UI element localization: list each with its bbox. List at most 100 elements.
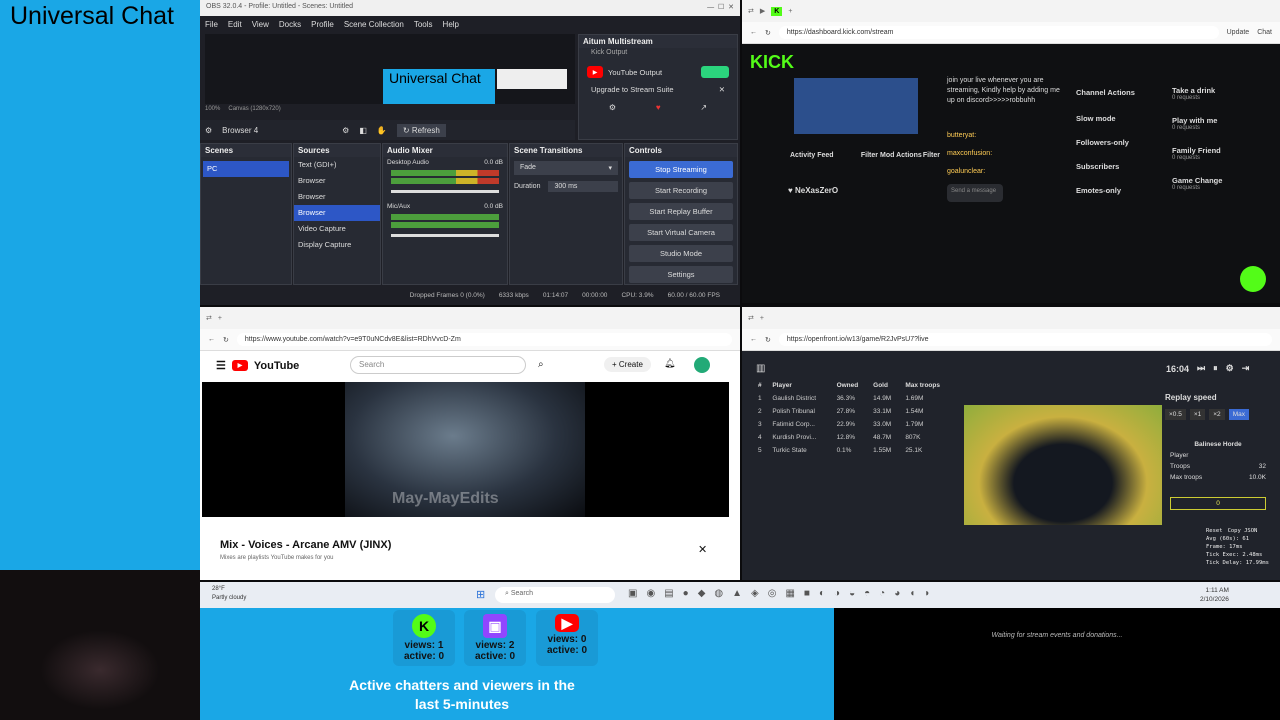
bell-icon[interactable]: 🔔︎ [664, 358, 675, 369]
new-tab-icon[interactable]: + [788, 8, 792, 15]
avatar[interactable] [694, 357, 710, 373]
app-icon[interactable]: ◓ [864, 588, 870, 599]
zoom-level[interactable]: 100% [205, 106, 220, 112]
app-icon[interactable]: ◐ [819, 588, 825, 599]
app-icon[interactable]: ◗ [924, 588, 930, 599]
game-map[interactable] [964, 405, 1162, 525]
tab-icon[interactable]: ⇄ [206, 314, 212, 322]
app-icon[interactable]: ◎ [768, 588, 777, 599]
back-icon[interactable]: ← [750, 29, 757, 36]
source-item[interactable]: Text (GDI+) [294, 157, 380, 173]
stop-streaming-button[interactable]: Stop Streaming [629, 161, 733, 178]
back-icon[interactable]: ← [750, 336, 757, 343]
youtube-output-toggle[interactable] [701, 66, 729, 78]
reset-button[interactable]: Reset [1206, 527, 1223, 535]
url-input[interactable]: https://openfront.io/w13/game/R2JvPsU7?l… [778, 333, 1272, 346]
youtube-logo[interactable]: YouTube [254, 360, 299, 372]
new-tab-icon[interactable]: + [760, 315, 764, 322]
menu-edit[interactable]: Edit [228, 20, 242, 30]
table-row[interactable]: 4 Kurdish Provi... 12.8% 48.7M 807K [754, 431, 954, 444]
reload-icon[interactable]: ↻ [765, 29, 771, 37]
app-icon[interactable]: ◑ [834, 588, 840, 599]
send-message-input[interactable]: Send a message [947, 184, 1003, 202]
chat-button[interactable]: Chat [1257, 29, 1272, 36]
table-row[interactable]: 3 Fatimid Corp... 22.9% 33.0M 1.79M [754, 418, 954, 431]
new-tab-icon[interactable]: + [218, 315, 222, 322]
menu-docks[interactable]: Docks [279, 20, 301, 30]
menu-view[interactable]: View [252, 20, 269, 30]
speed-button[interactable]: Max [1228, 409, 1249, 420]
menu-scene-collection[interactable]: Scene Collection [344, 20, 404, 30]
chat-user[interactable]: goalunclear: [947, 163, 992, 181]
upgrade-link[interactable]: Upgrade to Stream Suite [591, 85, 674, 94]
stream-preview[interactable] [794, 78, 918, 134]
emotes-only-option[interactable]: Emotes-only [1076, 179, 1166, 203]
exit-icon[interactable]: ⇥ [1242, 363, 1250, 374]
start-virtual-camera-button[interactable]: Start Virtual Camera [629, 224, 733, 241]
app-icon[interactable]: ▦ [785, 588, 794, 599]
transition-select[interactable]: Fade ▾ [514, 161, 618, 175]
menu-icon[interactable]: ☰ [216, 359, 226, 372]
close-icon[interactable]: ✕ [698, 543, 707, 556]
app-icon[interactable]: ▤ [664, 588, 673, 599]
menu-tools[interactable]: Tools [414, 20, 433, 30]
heart-icon[interactable]: ♥ [656, 103, 661, 112]
windows-start-icon[interactable]: ⊞ [476, 588, 485, 601]
app-icon[interactable]: ▲ [732, 588, 742, 599]
refresh-button[interactable]: ↻ Refresh [396, 123, 446, 137]
menu-file[interactable]: File [205, 20, 218, 30]
table-row[interactable]: 2 Polish Tribunal 27.8% 33.1M 1.54M [754, 405, 954, 418]
video-player[interactable]: May-MayEdits [202, 382, 729, 517]
stats-icon[interactable]: ▥ [756, 363, 765, 374]
speed-button[interactable]: ×0.5 [1165, 409, 1186, 420]
support-icon[interactable] [1240, 266, 1266, 292]
video-title[interactable]: Mix - Voices - Arcane AMV (JINX) [220, 539, 391, 551]
url-input[interactable]: https://www.youtube.com/watch?v=e9T0uNCd… [236, 333, 732, 346]
table-row[interactable]: 5 Turkic State 0.1% 1.55M 25.1K [754, 444, 954, 457]
reward-item[interactable]: Game Change 0 requests [1172, 176, 1252, 206]
speed-button[interactable]: ×2 [1209, 409, 1225, 420]
app-icon[interactable]: ◖ [909, 588, 915, 599]
window-controls[interactable]: — ☐ ✕ [707, 3, 734, 13]
settings-button[interactable]: Settings [629, 266, 733, 283]
reload-icon[interactable]: ↻ [223, 336, 229, 344]
studio-mode-button[interactable]: Studio Mode [629, 245, 733, 262]
app-icon[interactable]: ◈ [751, 588, 759, 599]
create-button[interactable]: + Create [604, 357, 651, 372]
volume-slider[interactable] [391, 190, 499, 193]
speed-button[interactable]: ×1 [1189, 409, 1206, 420]
tab-icon[interactable]: ⇄ [748, 314, 754, 322]
gear-icon[interactable]: ⚙ [205, 126, 212, 135]
volume-slider[interactable] [391, 234, 499, 237]
obs-preview[interactable]: Universal Chat [205, 34, 575, 104]
clock[interactable]: 1:11 AM 2/10/2026 [1200, 586, 1229, 604]
reward-item[interactable]: Play with me 0 requests [1172, 116, 1252, 146]
kick-tab[interactable]: K [771, 6, 783, 16]
gear-icon[interactable]: ⚙ [1226, 363, 1234, 374]
back-icon[interactable]: ← [208, 336, 215, 343]
search-icon[interactable]: ⌕ [538, 359, 544, 370]
app-icon[interactable]: ◆ [698, 588, 706, 599]
chat-user[interactable]: maxconfusion: [947, 145, 992, 163]
app-icon[interactable]: ◍ [714, 588, 723, 599]
update-button[interactable]: Update [1227, 29, 1250, 36]
app-icon[interactable]: ▣ [628, 588, 637, 599]
filter-button[interactable]: Filter [861, 152, 878, 159]
tab-icon[interactable]: ⇄ [748, 7, 754, 15]
url-input[interactable]: https://dashboard.kick.com/stream [778, 26, 1219, 39]
pause-icon[interactable]: ⏸ [1213, 363, 1218, 374]
weather-widget[interactable]: 28°F Partly cloudy [212, 585, 246, 603]
source-item[interactable]: Browser [294, 205, 380, 221]
taskbar-search[interactable]: ⌕ Search [495, 587, 615, 603]
start-replay-buffer-button[interactable]: Start Replay Buffer [629, 203, 733, 220]
col-header[interactable]: Owned [833, 379, 870, 392]
tab-icon[interactable]: ▶ [760, 7, 765, 15]
reward-item[interactable]: Family Friend 0 requests [1172, 146, 1252, 176]
canvas-size[interactable]: Canvas (1280x720) [228, 106, 280, 112]
gear-icon[interactable]: ⚙ [609, 103, 616, 112]
followers-only-option[interactable]: Followers-only [1076, 131, 1166, 155]
menu-profile[interactable]: Profile [311, 20, 334, 30]
app-icon[interactable]: ● [683, 588, 689, 599]
source-item[interactable]: Browser [294, 173, 380, 189]
col-header[interactable]: Gold [869, 379, 901, 392]
